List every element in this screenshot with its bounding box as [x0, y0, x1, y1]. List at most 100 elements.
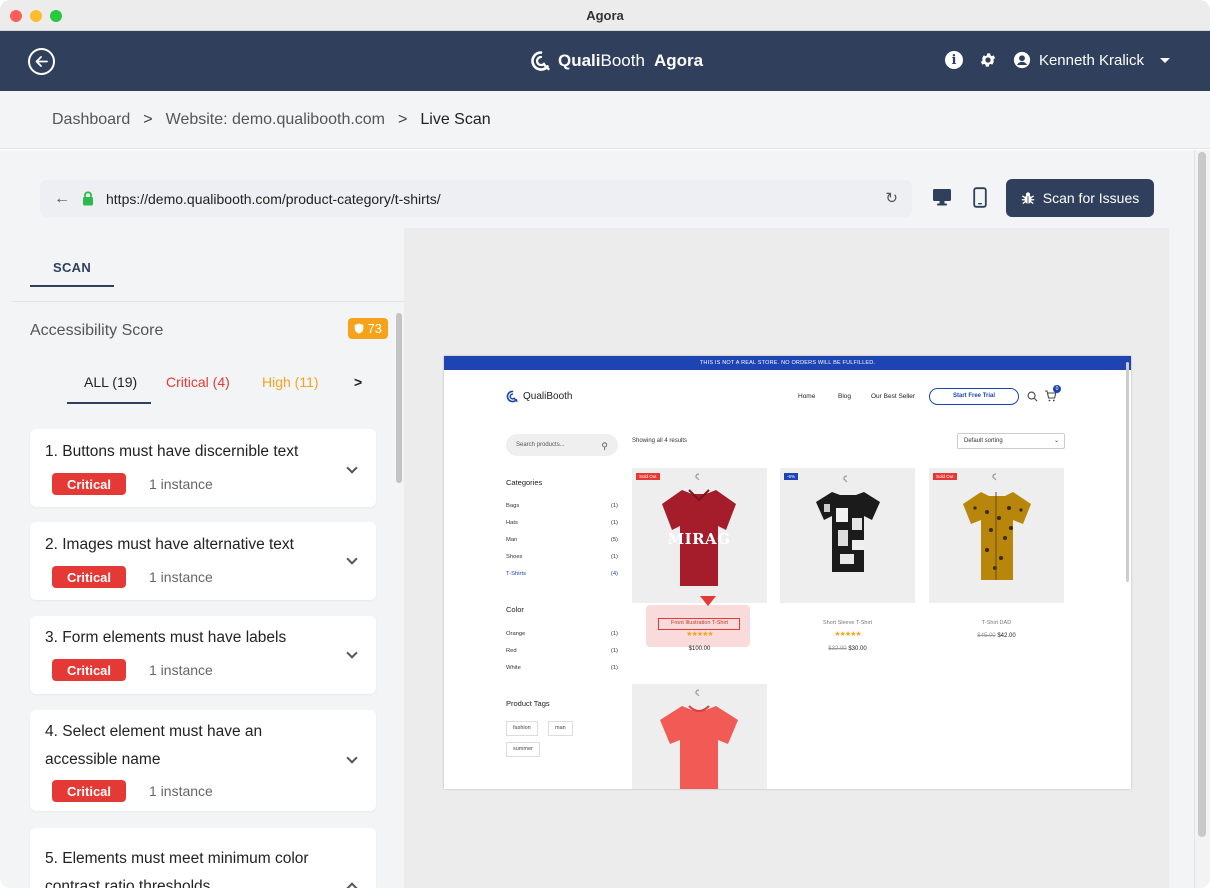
mobile-icon[interactable]	[973, 187, 987, 208]
sorting-value: Default sorting	[964, 438, 1003, 444]
site-nav-home[interactable]: Home	[798, 393, 815, 400]
category-count: (5)	[610, 537, 618, 543]
chevron-down-icon[interactable]	[346, 752, 358, 764]
url-bar[interactable]: ← https://demo.qualibooth.com/product-ca…	[40, 180, 912, 217]
site-search-input[interactable]: Search products... ⚲	[506, 434, 618, 456]
instance-count: 1 instance	[149, 662, 213, 678]
reload-icon[interactable]: ↻	[885, 189, 898, 207]
severity-badge: Critical	[52, 659, 126, 681]
product-sale-price: $42.00	[997, 633, 1016, 639]
color-name: White	[506, 665, 521, 671]
instance-count: 1 instance	[149, 783, 213, 799]
site-scrollbar[interactable]	[1126, 362, 1129, 582]
site-nav-best-seller[interactable]: Our Best Seller	[871, 393, 915, 400]
color-item[interactable]: Red (1)	[506, 648, 618, 654]
tags-heading: Product Tags	[506, 699, 550, 708]
product-name[interactable]: Front Illustration T-Shirt	[632, 620, 767, 626]
severity-badge: Critical	[52, 780, 126, 802]
color-item[interactable]: Orange (1)	[506, 631, 618, 637]
brand-app-name: Agora	[653, 51, 704, 70]
category-item[interactable]: Bags (1)	[506, 503, 618, 509]
chevron-down-icon[interactable]	[346, 462, 358, 474]
filter-high[interactable]: High (11)	[262, 374, 319, 390]
product-rating: ★★★★★	[834, 631, 861, 638]
product-name[interactable]: Short Sleeve T-Shirt	[780, 620, 915, 626]
tag-chip[interactable]: fashion	[506, 721, 538, 736]
qualibooth-logo-icon	[531, 51, 550, 71]
back-button[interactable]	[28, 48, 55, 75]
chevron-down-icon[interactable]	[346, 647, 358, 659]
product-image[interactable]	[632, 684, 767, 789]
breadcrumb-website[interactable]: Website: demo.qualibooth.com	[166, 111, 385, 129]
info-icon[interactable]: i	[944, 51, 963, 69]
issue-title: 3. Form elements must have labels	[45, 629, 287, 646]
scan-for-issues-button[interactable]: Scan for Issues	[1006, 179, 1154, 217]
category-item[interactable]: Hats (1)	[506, 520, 618, 526]
issue-card[interactable]: 1. Buttons must have discernible text Cr…	[30, 429, 376, 507]
filter-critical[interactable]: Critical (4)	[166, 374, 230, 390]
issue-card[interactable]: 5. Elements must meet minimum color cont…	[30, 828, 376, 888]
site-nav-blog[interactable]: Blog	[838, 393, 851, 400]
website-preview[interactable]: THIS IS NOT A REAL STORE. NO ORDERS WILL…	[444, 356, 1131, 789]
color-name: Red	[506, 648, 517, 654]
issue-card[interactable]: 4. Select element must have an accessibl…	[30, 710, 376, 811]
category-count: (1)	[610, 503, 618, 509]
site-logo[interactable]: QualiBooth	[506, 390, 572, 403]
cart-count-badge: 0	[1053, 385, 1061, 393]
category-item[interactable]: T-Shirts (4)	[506, 571, 618, 577]
chevron-right-icon[interactable]: >	[354, 374, 362, 390]
url-text[interactable]: https://demo.qualibooth.com/product-cate…	[106, 191, 441, 207]
site-logo-text: QualiBooth	[523, 391, 573, 402]
category-item[interactable]: Shoes (1)	[506, 554, 618, 560]
instance-count: 1 instance	[149, 569, 213, 585]
product-rating: ★★★★★	[686, 631, 713, 638]
panel-scroll-thumb[interactable]	[396, 313, 402, 483]
instance-count: 1 instance	[149, 476, 213, 492]
filter-all[interactable]: ALL (19)	[84, 374, 137, 390]
product-name[interactable]: T-Shirt DAD	[929, 620, 1064, 626]
product-image[interactable]: Sold Out	[929, 468, 1064, 603]
gear-icon[interactable]	[979, 51, 997, 69]
title-bar: Agora	[0, 0, 1210, 31]
tag-chip[interactable]: summer	[506, 742, 540, 757]
window-scrollbar[interactable]	[1194, 150, 1210, 888]
product-image[interactable]: Sold Out MIRAG	[632, 468, 767, 603]
severity-badge: Critical	[52, 566, 126, 588]
category-item[interactable]: Man (5)	[506, 537, 618, 543]
site-banner: THIS IS NOT A REAL STORE. NO ORDERS WILL…	[444, 356, 1131, 370]
discount-label: -6%	[784, 473, 799, 480]
severity-filters: ALL (19) Critical (4) High (11) >	[30, 374, 376, 404]
chevron-down-icon[interactable]	[346, 553, 358, 565]
issue-card[interactable]: 3. Form elements must have labels Critic…	[30, 616, 376, 694]
chevron-down-icon	[1160, 57, 1170, 63]
tab-scan[interactable]: SCAN	[30, 260, 114, 275]
issue-card[interactable]: 2. Images must have alternative text Cri…	[30, 522, 376, 600]
live-preview: THIS IS NOT A REAL STORE. NO ORDERS WILL…	[404, 228, 1169, 888]
product-sale-price: $30.00	[848, 646, 867, 652]
category-count: (4)	[610, 571, 618, 577]
issue-title: 5. Elements must meet minimum color cont…	[45, 850, 309, 888]
search-icon[interactable]	[1027, 391, 1038, 402]
leopard-shirt-image	[963, 473, 1031, 580]
shirt-print-text: MIRAG	[667, 530, 731, 548]
window-title: Agora	[586, 8, 624, 23]
breadcrumb-live-scan: Live Scan	[420, 110, 491, 128]
breadcrumb-dashboard[interactable]: Dashboard	[52, 111, 130, 129]
arrow-left-icon[interactable]: ←	[54, 190, 70, 208]
chevron-up-icon[interactable]	[346, 882, 358, 888]
chevron-right-icon: >	[143, 110, 153, 128]
user-avatar-icon	[1013, 51, 1031, 69]
color-item[interactable]: White (1)	[506, 665, 618, 671]
desktop-icon[interactable]	[932, 188, 952, 206]
tag-chip[interactable]: man	[548, 721, 573, 736]
search-icon[interactable]: ⚲	[601, 435, 608, 457]
product-image[interactable]: -6%	[780, 468, 915, 603]
arrow-left-icon	[35, 56, 48, 67]
start-free-trial-button[interactable]: Start Free Trial	[929, 388, 1019, 405]
category-name: Bags	[506, 503, 520, 509]
panel-scrollbar[interactable]	[395, 305, 403, 888]
sorting-select[interactable]: Default sorting ⌄	[957, 433, 1065, 449]
chevron-down-icon: ⌄	[1053, 438, 1059, 444]
user-menu[interactable]: Kenneth Kralick	[1013, 51, 1170, 69]
window-scroll-thumb[interactable]	[1198, 152, 1206, 837]
